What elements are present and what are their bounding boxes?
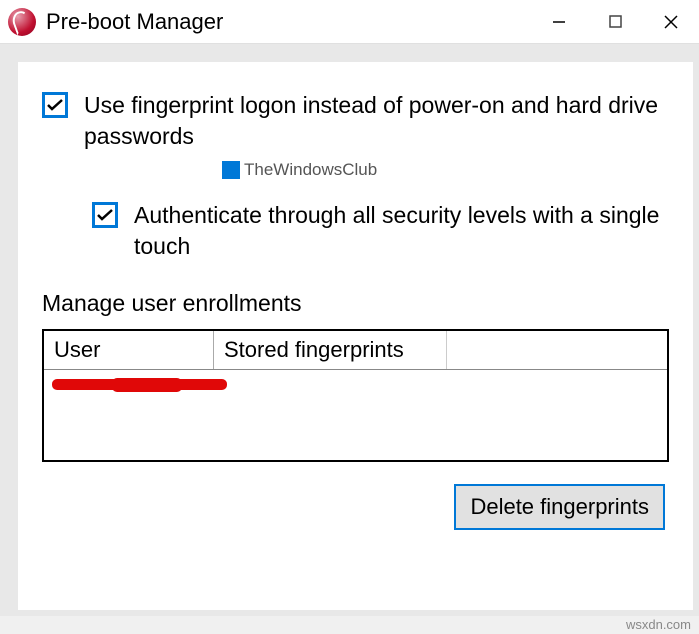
table-body	[44, 370, 667, 460]
content-panel: Use fingerprint logon instead of power-o…	[18, 62, 693, 610]
watermark-text: TheWindowsClub	[244, 160, 377, 180]
checkbox-auth-all-levels[interactable]	[92, 202, 118, 228]
redacted-user-cell	[52, 374, 222, 394]
close-button[interactable]	[643, 0, 699, 44]
footer-source: wsxdn.com	[626, 617, 691, 632]
checkbox-fingerprint-logon[interactable]	[42, 92, 68, 118]
minimize-button[interactable]	[531, 0, 587, 44]
title-bar: Pre-boot Manager	[0, 0, 699, 44]
delete-fingerprints-button[interactable]: Delete fingerprints	[454, 484, 665, 530]
window-controls	[531, 0, 699, 43]
button-bar: Delete fingerprints	[42, 484, 669, 530]
watermark: TheWindowsClub	[222, 160, 669, 180]
table-header: User Stored fingerprints	[44, 331, 667, 370]
label-fingerprint-logon: Use fingerprint logon instead of power-o…	[84, 90, 669, 152]
content-wrapper: Use fingerprint logon instead of power-o…	[0, 44, 699, 616]
checkmark-icon	[97, 209, 113, 221]
enrollments-table: User Stored fingerprints	[42, 329, 669, 462]
option-fingerprint-logon[interactable]: Use fingerprint logon instead of power-o…	[42, 90, 669, 152]
app-icon	[8, 8, 36, 36]
windows-logo-icon	[222, 161, 240, 179]
column-spacer	[447, 331, 667, 369]
label-auth-all-levels: Authenticate through all security levels…	[134, 200, 669, 262]
enrollments-label: Manage user enrollments	[42, 290, 669, 317]
checkmark-icon	[47, 99, 63, 111]
option-auth-all-levels[interactable]: Authenticate through all security levels…	[92, 200, 669, 262]
column-user[interactable]: User	[44, 331, 214, 369]
window-title: Pre-boot Manager	[46, 9, 223, 35]
column-fingerprints[interactable]: Stored fingerprints	[214, 331, 447, 369]
maximize-button[interactable]	[587, 0, 643, 44]
table-row[interactable]	[44, 370, 667, 398]
